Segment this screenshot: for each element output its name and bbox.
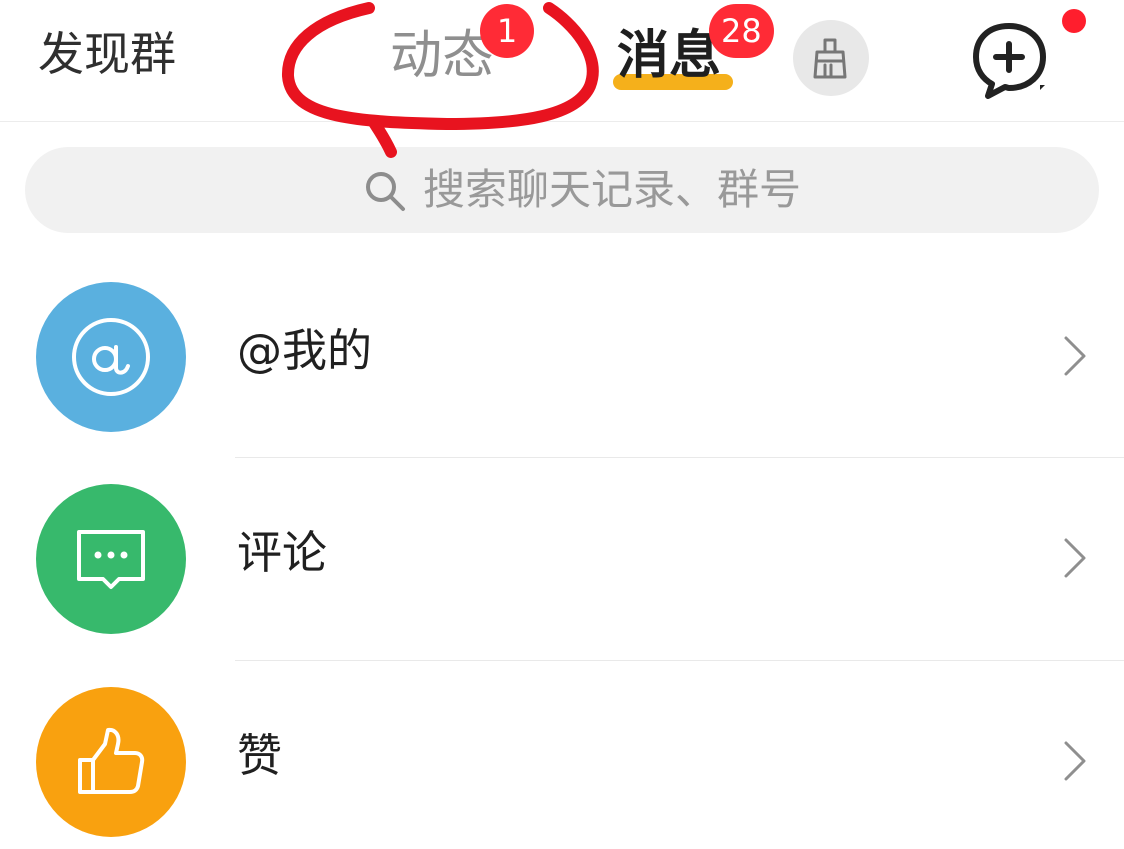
messages-unread-badge: 28 xyxy=(709,4,774,58)
comment-dots-icon xyxy=(77,530,145,589)
search-input[interactable]: 搜索聊天记录、群号 xyxy=(25,147,1099,233)
tab-moments[interactable]: 动态 1 xyxy=(390,4,534,94)
search-placeholder: 搜索聊天记录、群号 xyxy=(423,165,802,214)
compose-message-button[interactable] xyxy=(968,16,1056,104)
clean-unread-button[interactable] xyxy=(793,20,869,96)
list-divider xyxy=(235,457,1124,458)
chevron-right-icon xyxy=(1064,741,1086,781)
chevron-right-icon xyxy=(1064,336,1086,376)
list-item-label: 评论 xyxy=(237,526,328,579)
message-plus-icon xyxy=(973,23,1046,99)
list-item-label: @我的 xyxy=(237,324,373,377)
discover-groups-link[interactable]: 发现群 xyxy=(38,26,176,82)
like-avatar xyxy=(36,687,186,837)
list-item-likes[interactable]: 赞 xyxy=(0,677,1124,849)
list-divider xyxy=(235,660,1124,661)
list-item-label: 赞 xyxy=(237,729,283,782)
moments-unread-badge: 1 xyxy=(480,4,534,58)
tab-messages[interactable]: 消息 28 xyxy=(613,4,774,94)
list-item-mentions[interactable]: @我的 xyxy=(0,272,1124,452)
comment-avatar xyxy=(36,484,186,634)
list-item-comments[interactable]: 评论 xyxy=(0,474,1124,654)
broom-icon xyxy=(813,38,847,79)
new-notification-dot xyxy=(1062,9,1086,33)
search-icon xyxy=(366,172,405,211)
at-sign-icon xyxy=(72,318,150,396)
top-header: 发现群 动态 1 消息 28 xyxy=(0,0,1124,122)
messages-page: 发现群 动态 1 消息 28 搜索聊天记录、群号 @我的 评论 赞 xyxy=(0,0,1124,849)
thumbs-up-icon xyxy=(78,727,145,794)
chevron-right-icon xyxy=(1064,538,1086,578)
mention-avatar xyxy=(36,282,186,432)
